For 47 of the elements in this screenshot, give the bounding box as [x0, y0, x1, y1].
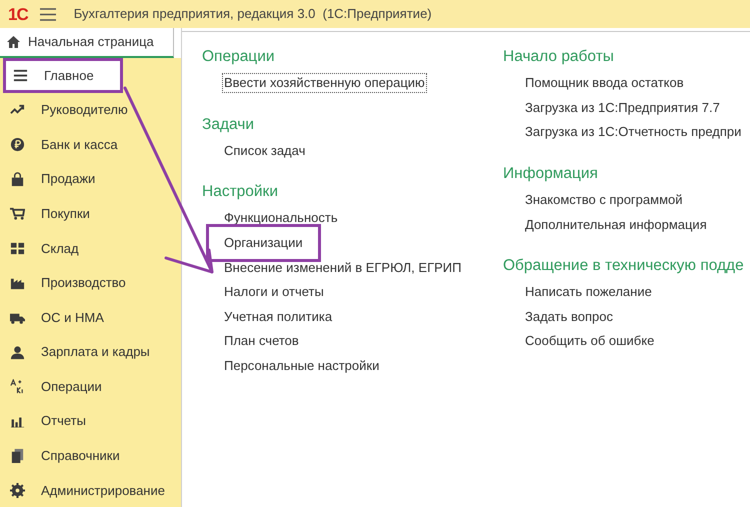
section-heading: Задачи	[202, 114, 256, 135]
link[interactable]: Учетная политика	[222, 306, 334, 327]
link[interactable]: Загрузка из 1С:Отчетность предпри	[523, 122, 744, 142]
ruble-coin-icon	[10, 136, 25, 152]
window-title: Бухгалтерия предприятия, редакция 3.0 (1С:Предприятие)	[74, 5, 432, 24]
person-icon	[10, 344, 25, 360]
section-heading: Обращение в техническую подде	[503, 256, 745, 276]
menu-icon[interactable]	[40, 8, 56, 20]
grid-icon	[10, 240, 25, 256]
sidebar-item[interactable]: Продажи	[0, 162, 181, 196]
link[interactable]: Дополнительная информация	[523, 214, 709, 235]
link[interactable]: Налоги и отчеты	[222, 282, 326, 302]
link[interactable]: Список задач	[222, 140, 308, 161]
section-heading: Операции	[202, 47, 276, 67]
sidebar-item[interactable]: Операции	[0, 369, 181, 404]
link[interactable]: Организации	[209, 227, 318, 260]
sidebar-item[interactable]: Банк и касса	[0, 127, 181, 162]
gear-icon	[10, 482, 25, 498]
link[interactable]: Ввести хозяйственную операцию	[222, 73, 427, 94]
link[interactable]: Написать пожелание	[523, 282, 654, 302]
sidebar-item[interactable]: Администрирование	[0, 473, 181, 507]
sidebar-item[interactable]: Руководителю	[0, 92, 181, 128]
sidebar-item[interactable]: Склад	[0, 230, 181, 266]
sidebar-item[interactable]: Производство	[0, 266, 181, 300]
home-icon	[7, 36, 20, 48]
sidebar-item[interactable]: Отчеты	[0, 404, 181, 439]
sidebar-item[interactable]: Зарплата и кадры	[0, 334, 181, 370]
sidebar-item[interactable]: Покупки	[0, 196, 181, 231]
link[interactable]: Знакомство с программой	[523, 190, 684, 210]
link[interactable]: Задать вопрос	[523, 306, 615, 327]
section-heading: Настройки	[202, 182, 280, 202]
link[interactable]: Функциональность	[222, 208, 340, 228]
link[interactable]: Помощник ввода остатков	[523, 73, 686, 94]
sidebar-item[interactable]: Главное	[3, 58, 123, 93]
link[interactable]: Сообщить об ошибке	[523, 331, 656, 352]
link[interactable]: Внесение изменений в ЕГРЮЛ, ЕГРИП	[222, 258, 464, 278]
app-logo: 1С	[8, 6, 28, 22]
menu-icon	[13, 68, 28, 83]
books-icon	[10, 448, 25, 464]
link[interactable]: План счетов	[222, 331, 301, 352]
link[interactable]: Персональные настройки	[222, 356, 382, 376]
sidebar-item[interactable]: ОС и НМА	[0, 300, 181, 335]
sidebar-item[interactable]: Справочники	[0, 438, 181, 474]
cart-icon	[10, 206, 25, 222]
section-heading: Начало работы	[503, 47, 615, 67]
link[interactable]: Загрузка из 1С:Предприятия 7.7	[523, 98, 722, 118]
section-heading: Информация	[503, 164, 599, 184]
